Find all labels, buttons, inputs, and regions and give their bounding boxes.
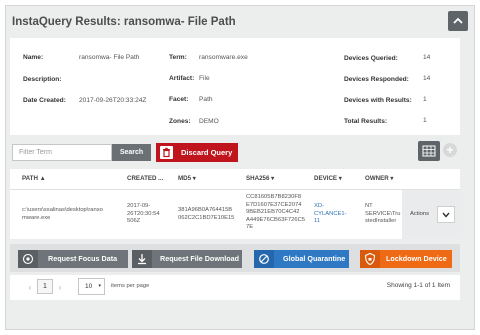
request-focus-data-label: Request Focus Data	[48, 254, 118, 263]
cell-path: c:\users\ssalinas\desktop\ranso mware.ex…	[22, 207, 103, 221]
pagination-bar: ‹ 1 › 10 ▾ items per page Showing 1-1 of…	[10, 275, 460, 300]
shield-lock-icon	[360, 250, 380, 268]
discard-query-label: Discard Query	[181, 148, 233, 157]
next-page-button[interactable]: ›	[54, 281, 66, 294]
filter-term-input[interactable]	[12, 144, 112, 161]
query-summary: Name: ransomwa- File Path Description: D…	[10, 38, 460, 135]
term-value: ransomware.exe	[199, 54, 248, 61]
caret-down-icon: ▾	[98, 283, 101, 289]
grid-view-icon	[422, 145, 436, 157]
column-header-md5[interactable]: MD5 ▾	[178, 169, 196, 189]
zones-value: DEMO	[199, 118, 219, 125]
global-quarantine-button[interactable]: Global Quarantine	[254, 250, 349, 268]
name-label: Name:	[23, 54, 44, 61]
eye-icon	[18, 250, 38, 268]
devices-with-results-value: 1	[423, 96, 427, 103]
column-header-owner[interactable]: OWNER ▾	[365, 169, 394, 189]
actions-cell: Actions	[402, 190, 460, 239]
request-focus-data-button[interactable]: Request Focus Data	[18, 250, 128, 268]
lockdown-device-button[interactable]: Lockdown Device	[360, 250, 452, 268]
trash-icon	[160, 146, 173, 159]
chevron-down-icon	[442, 212, 450, 218]
collapse-button[interactable]	[448, 11, 468, 31]
devices-responded-value: 14	[423, 75, 431, 82]
download-icon	[132, 250, 152, 268]
results-table: PATH ▲ CREATED ... MD5 ▾ SHA256 ▾ DEVICE…	[10, 169, 460, 239]
chevron-up-icon	[453, 17, 463, 24]
name-value: ransomwa- File Path	[79, 54, 140, 61]
cell-owner: NT SERVICE\Tru stedInstaller	[365, 203, 401, 225]
action-bar: Request Focus Data Request File Download…	[10, 244, 460, 272]
lockdown-device-label: Lockdown Device	[386, 254, 447, 263]
header-divider	[10, 189, 460, 190]
devices-queried-label: Devices Queried:	[344, 55, 398, 62]
page-title: InstaQuery Results: ransomwa- File Path	[12, 16, 236, 28]
plus-icon[interactable]: +	[443, 143, 457, 157]
actions-label: Actions	[410, 211, 430, 217]
current-page-button[interactable]: 1	[37, 279, 53, 294]
description-label: Description:	[23, 76, 62, 83]
facet-value: Path	[199, 96, 213, 103]
actions-dropdown-button[interactable]	[437, 206, 455, 223]
cell-sha256: CC81605B7B8230F8 E7D1607E37CE2074 9BEB21…	[246, 194, 305, 231]
date-created-value: 2017-09-26T20:33:24Z	[79, 97, 147, 104]
cell-created: 2017-09- 26T20:30:54 506Z	[127, 203, 160, 225]
column-header-path[interactable]: PATH ▲	[22, 169, 46, 189]
discard-query-button[interactable]: Discard Query	[156, 143, 238, 162]
showing-count: Showing 1-1 of 1 Item	[386, 282, 450, 289]
total-results-label: Total Results:	[344, 118, 388, 125]
global-quarantine-label: Global Quarantine	[283, 254, 346, 263]
grid-view-button[interactable]	[418, 141, 440, 161]
cell-device-link[interactable]: XD- CYLANCE1- 11	[314, 203, 347, 226]
term-label: Term:	[169, 54, 187, 61]
devices-queried-value: 14	[423, 54, 431, 61]
items-per-page-value: 10	[85, 283, 93, 290]
zones-label: Zones:	[169, 118, 191, 125]
total-results-value: 1	[423, 117, 427, 124]
search-button[interactable]: Search	[112, 144, 151, 161]
artifact-label: Artifact:	[169, 75, 195, 82]
items-per-page-label: items per page	[111, 283, 150, 289]
previous-page-button[interactable]: ‹	[24, 281, 36, 294]
cell-md5: 381A96B0A764415B 062C2C1BD7E10E15	[178, 207, 235, 221]
facet-label: Facet:	[169, 96, 189, 103]
column-header-sha256[interactable]: SHA256 ▾	[246, 169, 274, 189]
column-header-created[interactable]: CREATED ...	[127, 169, 163, 189]
devices-with-results-label: Devices with Results:	[344, 97, 412, 104]
items-per-page-select[interactable]: 10 ▾	[78, 278, 105, 295]
ban-icon	[254, 250, 274, 268]
artifact-value: File	[199, 75, 210, 82]
request-file-download-button[interactable]: Request File Download	[132, 250, 242, 268]
devices-responded-label: Devices Responded:	[344, 76, 409, 83]
column-header-device[interactable]: DEVICE ▾	[314, 169, 342, 189]
date-created-label: Date Created:	[23, 97, 66, 104]
request-file-download-label: Request File Download	[160, 254, 240, 263]
